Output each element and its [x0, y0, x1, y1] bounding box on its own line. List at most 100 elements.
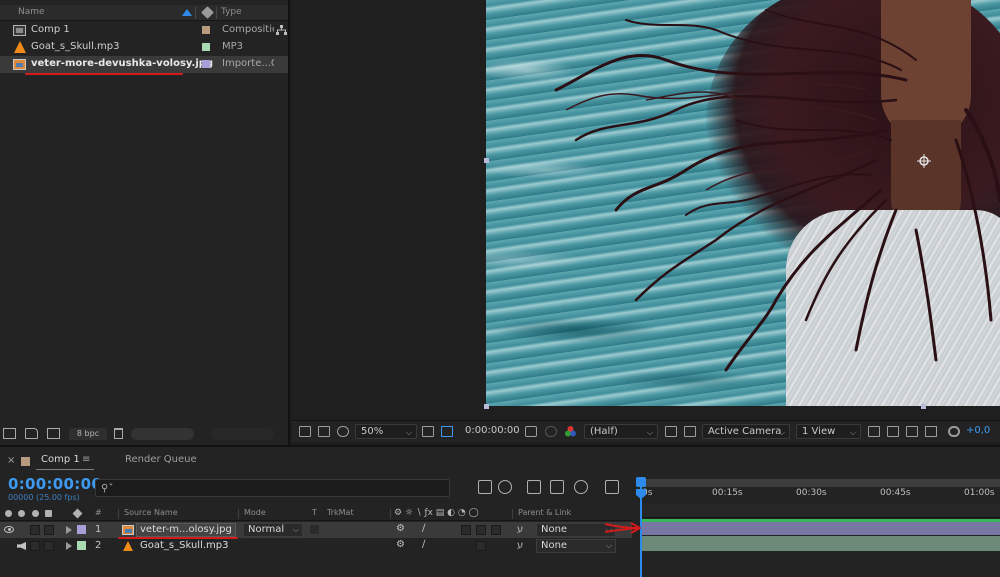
eye-icon[interactable] [4, 526, 14, 533]
flowchart-icon[interactable] [925, 426, 937, 437]
layer-2-duration-bar[interactable] [642, 536, 1000, 551]
effect-switch[interactable] [461, 525, 471, 535]
lock-toggle[interactable] [44, 541, 54, 551]
column-divider[interactable] [195, 7, 196, 19]
column-divider[interactable] [512, 509, 513, 519]
tab-render-queue[interactable]: Render Queue [125, 454, 197, 465]
frame-blend-switch[interactable] [476, 541, 486, 551]
video-switch-icon[interactable] [5, 510, 12, 517]
quality-switch-icon[interactable]: ∕ [422, 523, 425, 534]
layer-label-color[interactable] [77, 541, 86, 550]
hide-shy-layers-icon[interactable] [527, 480, 541, 494]
region-of-interest-icon[interactable] [441, 426, 453, 437]
column-divider[interactable] [390, 509, 391, 519]
transparency-grid-icon[interactable] [684, 426, 696, 437]
pick-whip-icon[interactable]: ע [517, 524, 523, 535]
layer-row-1[interactable]: 1 veter-m...olosy.jpg Normal ⌵ ⚙ ∕ ע None… [0, 522, 632, 538]
new-composition-icon[interactable] [47, 428, 60, 439]
time-navigator-bar[interactable] [640, 479, 1000, 487]
resolution-dropdown[interactable]: (Half) ⌵ [584, 424, 658, 439]
frame-blend-switch[interactable] [476, 525, 486, 535]
source-name-header[interactable]: Source Name [124, 508, 178, 517]
lock-toggle[interactable] [44, 525, 54, 535]
name-column-header[interactable]: Name [18, 7, 45, 17]
horizontal-scrollbar-track[interactable] [211, 428, 274, 440]
trash-icon[interactable] [114, 428, 123, 439]
pick-whip-icon[interactable]: ע [517, 540, 523, 551]
column-divider[interactable] [118, 509, 119, 519]
layer-bounding-handle[interactable] [484, 158, 489, 163]
close-tab-icon[interactable]: × [7, 455, 15, 466]
layer-number-header[interactable]: # [95, 508, 102, 517]
motion-blur-switch[interactable] [491, 525, 501, 535]
color-channels-icon[interactable] [564, 425, 577, 438]
layer-label-color[interactable] [77, 525, 86, 534]
layer-row-2[interactable]: 2 Goat_s_Skull.mp3 ⚙ ∕ ע None ⌵ [0, 538, 632, 554]
camera-dropdown[interactable]: Active Camera ⌵ [702, 424, 790, 439]
sort-ascending-icon[interactable] [182, 9, 192, 16]
expand-arrow-icon[interactable] [66, 542, 72, 550]
timeline-search-input[interactable]: ⚲˅ [95, 479, 450, 497]
horizontal-scrollbar[interactable] [131, 428, 194, 440]
panel-menu-icon[interactable]: ≡ [82, 454, 90, 465]
mask-visibility-icon[interactable] [337, 426, 349, 437]
fast-previews-icon[interactable] [665, 426, 677, 437]
layer-name[interactable]: Goat_s_Skull.mp3 [140, 540, 228, 551]
solo-toggle[interactable] [30, 541, 40, 551]
grid-guides-icon[interactable] [422, 426, 434, 437]
column-divider[interactable] [216, 7, 217, 19]
render-3d-icon[interactable] [887, 426, 899, 437]
toggle-pixel-aspect-icon[interactable] [868, 426, 880, 437]
switches-header-icons[interactable]: ⚙ ☼ ∖ ƒx ▤ ◐ ◔ ◯ [394, 508, 479, 518]
solo-toggle[interactable] [30, 525, 40, 535]
interpret-footage-icon[interactable] [3, 428, 16, 439]
parent-dropdown[interactable]: None ⌵ [536, 539, 616, 553]
view-layout-dropdown[interactable]: 1 View ⌵ [796, 424, 861, 439]
layer-bounding-handle[interactable] [921, 404, 926, 409]
blend-mode-dropdown[interactable]: Normal ⌵ [243, 523, 303, 537]
project-item-comp[interactable]: Comp 1 Compositio [0, 22, 288, 39]
exposure-reset-icon[interactable] [948, 426, 960, 437]
camera-snapshot-icon[interactable] [525, 426, 537, 437]
project-item-audio[interactable]: Goat_s_Skull.mp3 MP3 [0, 39, 288, 56]
parent-link-header[interactable]: Parent & Link [518, 508, 571, 517]
mode-header[interactable]: Mode [244, 508, 266, 517]
always-preview-icon[interactable] [299, 426, 311, 437]
solo-switch-icon[interactable] [32, 510, 39, 517]
shy-switch-icon[interactable]: ⚙ [396, 523, 405, 534]
speaker-icon[interactable] [17, 542, 26, 550]
current-time-display[interactable]: 0:00:00:00 [8, 475, 102, 493]
bit-depth-button[interactable]: 8 bpc [69, 428, 107, 440]
audio-switch-icon[interactable] [18, 510, 25, 517]
show-snapshot-icon[interactable] [545, 426, 557, 437]
flowchart-icon[interactable] [276, 25, 287, 36]
preserve-transparency-header[interactable]: T [312, 508, 317, 517]
column-divider[interactable] [238, 509, 239, 519]
graph-editor-icon[interactable] [605, 480, 619, 494]
time-ruler[interactable]: 0s 00:15s 00:30s 00:45s 01:00s [636, 477, 1000, 505]
frame-blending-icon[interactable] [550, 480, 564, 494]
lock-switch-icon[interactable] [45, 510, 52, 517]
composition-frame-image[interactable] [486, 0, 1000, 406]
label-color-swatch[interactable] [202, 26, 210, 34]
shy-switch-icon[interactable]: ⚙ [396, 539, 405, 550]
draft-3d-icon[interactable] [498, 480, 512, 494]
layer-name[interactable]: veter-m...olosy.jpg [136, 523, 236, 537]
expand-arrow-icon[interactable] [66, 526, 72, 534]
label-tag-icon[interactable] [72, 508, 83, 519]
label-color-swatch[interactable] [202, 43, 210, 51]
zoom-dropdown[interactable]: 50% ⌵ [355, 424, 417, 439]
timeline-icon[interactable] [906, 426, 918, 437]
parent-dropdown[interactable]: None ⌵ [536, 523, 616, 537]
label-tag-icon[interactable] [201, 6, 214, 19]
type-column-header[interactable]: Type [221, 7, 242, 17]
monitor-icon[interactable] [318, 426, 330, 437]
viewer-timecode[interactable]: 0:00:00:00 [465, 425, 520, 436]
new-folder-icon[interactable] [25, 428, 38, 439]
track-matte-header[interactable]: TrkMat [327, 508, 354, 517]
track-matte-toggle[interactable] [309, 524, 320, 535]
motion-blur-icon[interactable] [574, 480, 588, 494]
label-color-swatch[interactable] [202, 60, 210, 68]
composition-viewer[interactable] [292, 0, 1000, 420]
composition-mini-flowchart-icon[interactable] [478, 480, 492, 494]
